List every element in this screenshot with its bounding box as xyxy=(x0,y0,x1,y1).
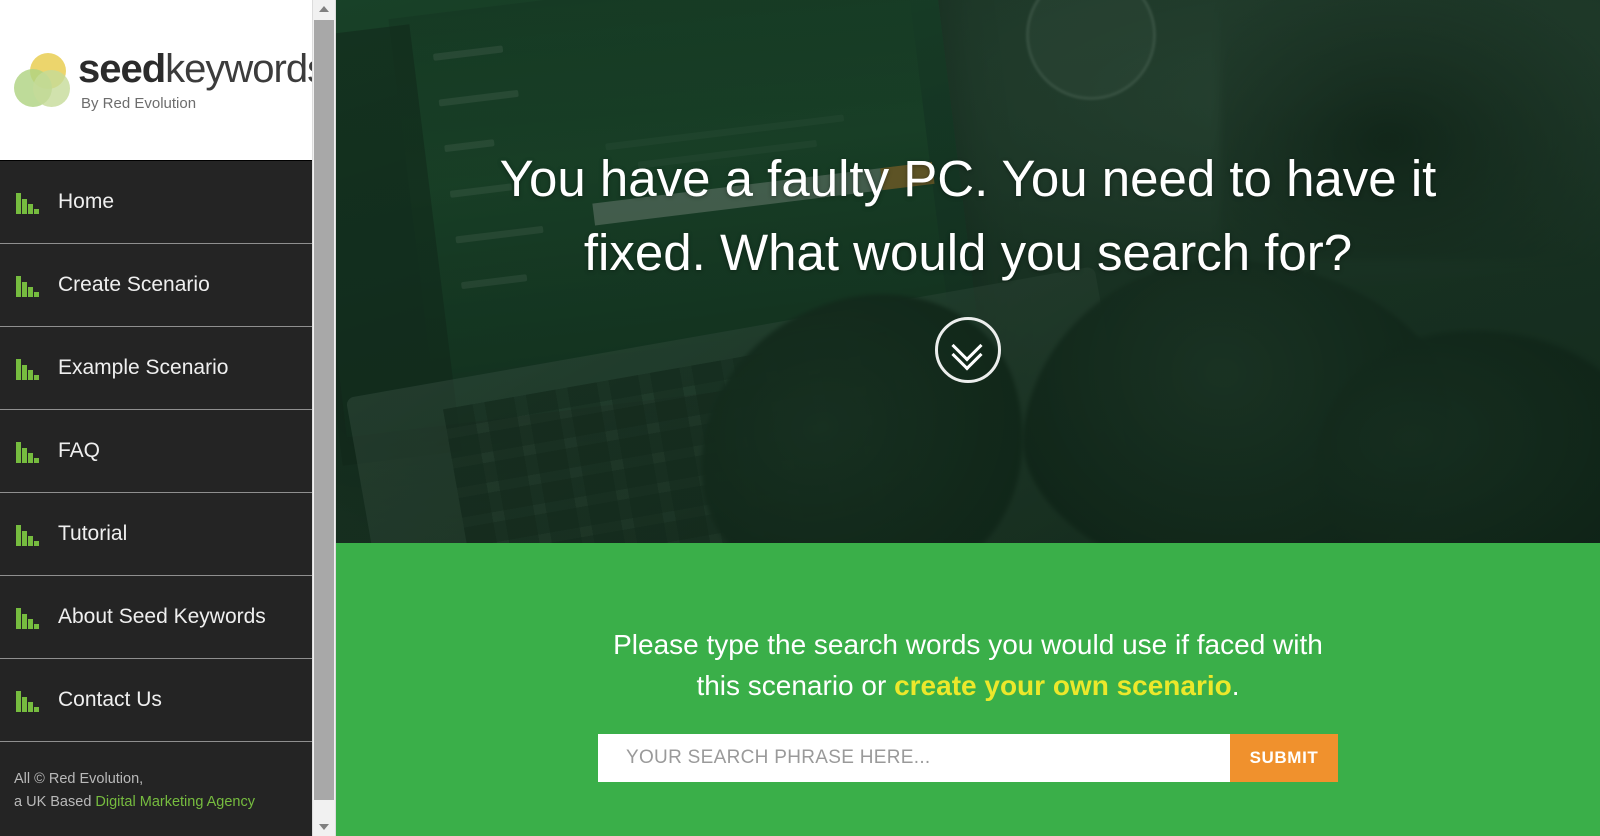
agency-line: a UK Based Digital Marketing Agency xyxy=(14,791,298,814)
copyright-line: All © Red Evolution, xyxy=(14,771,144,787)
logo-wordmark: seedkeywords xyxy=(78,49,312,89)
hero-content: You have a faulty PC. You need to have i… xyxy=(336,0,1600,543)
sidebar-item-label: Tutorial xyxy=(58,522,128,545)
triangle-down-icon xyxy=(319,824,329,830)
sidebar-item-label: FAQ xyxy=(58,439,101,462)
bar-chart-icon xyxy=(16,356,42,380)
double-chevron-down-icon xyxy=(951,330,983,371)
logo-block[interactable]: seedkeywords By Red Evolution xyxy=(0,0,312,160)
sidebar-item-create-scenario[interactable]: Create Scenario xyxy=(0,244,312,327)
sidebar-item-about-seed-keywords[interactable]: About Seed Keywords xyxy=(0,576,312,659)
hero-section: You have a faulty PC. You need to have i… xyxy=(336,0,1600,543)
search-instructions: Please type the search words you would u… xyxy=(608,625,1328,706)
triangle-up-icon xyxy=(319,6,329,12)
sidebar-nav: Home Create Scenario Example Scenario FA… xyxy=(0,160,312,742)
search-input[interactable] xyxy=(598,734,1230,783)
bar-chart-icon xyxy=(16,439,42,463)
sidebar-item-label: About Seed Keywords xyxy=(58,605,266,628)
sidebar-item-example-scenario[interactable]: Example Scenario xyxy=(0,327,312,410)
sidebar-item-faq[interactable]: FAQ xyxy=(0,410,312,493)
scrollbar-thumb[interactable] xyxy=(314,20,334,800)
scroll-down-button[interactable] xyxy=(935,317,1001,384)
sidebar-item-home[interactable]: Home xyxy=(0,161,312,244)
sidebar: seedkeywords By Red Evolution Home Creat… xyxy=(0,0,312,836)
bar-chart-icon xyxy=(16,273,42,297)
main-content: You have a faulty PC. You need to have i… xyxy=(336,0,1600,836)
sidebar-footer: All © Red Evolution, a UK Based Digital … xyxy=(0,742,312,814)
create-your-own-scenario-link[interactable]: create your own scenario xyxy=(894,670,1232,701)
sidebar-item-tutorial[interactable]: Tutorial xyxy=(0,493,312,576)
keyword-search-form: SUBMIT xyxy=(598,734,1338,783)
logo-tagline: By Red Evolution xyxy=(81,95,197,112)
sidebar-item-label: Example Scenario xyxy=(58,356,229,379)
logo-word-light: keywords xyxy=(165,47,312,91)
seedkeywords-logo-icon xyxy=(14,52,70,108)
bar-chart-icon xyxy=(16,190,42,214)
hero-question-title: You have a faulty PC. You need to have i… xyxy=(499,149,1437,281)
scrollbar-up-button[interactable] xyxy=(313,0,335,18)
submit-button[interactable]: SUBMIT xyxy=(1230,734,1338,783)
logo-circle-pale-green xyxy=(33,70,70,107)
instructions-part2: . xyxy=(1231,669,1240,701)
sidebar-item-contact-us[interactable]: Contact Us xyxy=(0,659,312,742)
sidebar-item-label: Create Scenario xyxy=(58,273,210,296)
sidebar-item-label: Home xyxy=(58,190,115,213)
sidebar-scrollbar[interactable] xyxy=(312,0,336,836)
scrollbar-down-button[interactable] xyxy=(313,818,335,836)
page-root: seedkeywords By Red Evolution Home Creat… xyxy=(0,0,1600,836)
sidebar-item-label: Contact Us xyxy=(58,688,162,711)
search-section: Please type the search words you would u… xyxy=(336,543,1600,836)
logo-text: seedkeywords By Red Evolution xyxy=(78,49,312,111)
bar-chart-icon xyxy=(16,605,42,629)
digital-marketing-agency-link[interactable]: Digital Marketing Agency xyxy=(95,794,255,810)
agency-prefix: a UK Based xyxy=(14,794,96,811)
bar-chart-icon xyxy=(16,688,42,712)
logo-word-bold: seed xyxy=(78,47,166,91)
bar-chart-icon xyxy=(16,522,42,546)
